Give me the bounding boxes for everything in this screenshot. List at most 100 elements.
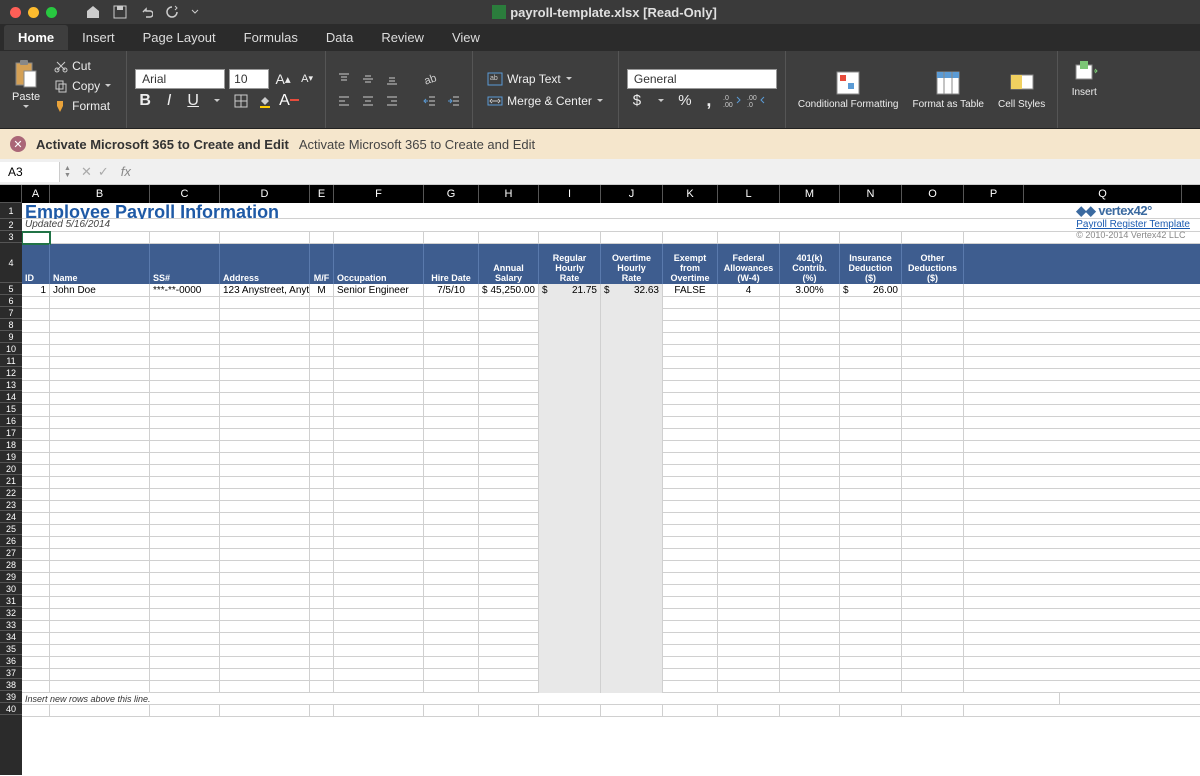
cell[interactable] [902,393,964,405]
cell[interactable] [718,477,780,489]
cell[interactable] [601,537,663,549]
cell[interactable] [150,441,220,453]
cell[interactable] [150,393,220,405]
cell[interactable] [718,297,780,309]
cell[interactable] [780,417,840,429]
table-header-cell[interactable]: Address [220,244,310,284]
column-header[interactable]: E [310,185,334,203]
cell[interactable] [718,537,780,549]
cell[interactable] [718,381,780,393]
cell[interactable] [539,381,601,393]
cell[interactable] [150,669,220,681]
underline-dropdown-icon[interactable] [207,91,227,111]
cell[interactable] [840,393,902,405]
cell[interactable] [334,321,424,333]
cell[interactable] [479,669,539,681]
cell[interactable] [840,633,902,645]
formula-input[interactable] [137,169,1200,175]
row-header[interactable]: 40 [0,703,22,715]
cell[interactable] [220,633,310,645]
name-box[interactable]: A3 [0,162,60,182]
column-header[interactable]: L [718,185,780,203]
wrap-text-button[interactable]: abWrap Text [481,69,610,89]
cell[interactable] [22,597,50,609]
cell[interactable] [601,465,663,477]
cell[interactable] [663,309,718,321]
cell[interactable] [539,621,601,633]
cell-area[interactable]: ◆◆ vertex42° Payroll Register Template ©… [22,203,1200,717]
cell[interactable] [902,585,964,597]
cell[interactable] [334,645,424,657]
cell[interactable] [220,681,310,693]
cell[interactable] [220,297,310,309]
table-header-cell[interactable]: OtherDeductions($) [902,244,964,284]
cell[interactable] [50,549,150,561]
cell[interactable] [601,232,663,244]
cell[interactable] [539,309,601,321]
cell[interactable] [424,453,479,465]
column-header[interactable]: N [840,185,902,203]
cell[interactable] [424,441,479,453]
cell[interactable] [663,585,718,597]
cell[interactable] [424,525,479,537]
cell[interactable] [424,345,479,357]
row-header[interactable]: 38 [0,679,22,691]
cell[interactable] [310,489,334,501]
cell[interactable] [50,669,150,681]
cell[interactable] [902,489,964,501]
cell[interactable] [780,669,840,681]
column-header[interactable]: I [539,185,601,203]
cell[interactable] [310,381,334,393]
cell[interactable] [601,333,663,345]
cell[interactable] [220,669,310,681]
cell[interactable] [663,669,718,681]
decrease-decimal-icon[interactable]: .00.0 [747,91,767,111]
cell[interactable] [479,297,539,309]
cell[interactable]: M [310,284,334,297]
cell[interactable] [334,705,424,717]
cell[interactable] [310,393,334,405]
column-header[interactable]: F [334,185,424,203]
column-header[interactable]: J [601,185,663,203]
cell[interactable] [780,453,840,465]
cell[interactable] [220,345,310,357]
cell[interactable] [150,309,220,321]
cell[interactable] [424,357,479,369]
cell[interactable] [150,297,220,309]
tab-home[interactable]: Home [4,25,68,50]
cell[interactable] [334,573,424,585]
cell[interactable] [780,681,840,693]
cell[interactable] [601,645,663,657]
cell[interactable] [601,417,663,429]
redo-icon[interactable] [165,5,179,19]
row-header[interactable]: 5 [0,283,22,295]
cell[interactable] [601,345,663,357]
cell[interactable] [150,537,220,549]
cell[interactable] [718,585,780,597]
cell[interactable] [22,465,50,477]
cell[interactable] [780,585,840,597]
cell[interactable]: Insert new rows above this line. [22,693,1060,705]
cell[interactable] [902,333,964,345]
cell[interactable] [840,561,902,573]
cell[interactable] [50,633,150,645]
cell[interactable] [22,441,50,453]
cell[interactable] [334,669,424,681]
cell[interactable] [840,657,902,669]
column-header[interactable]: A [22,185,50,203]
cell[interactable]: FALSE [663,284,718,297]
cell[interactable] [310,621,334,633]
close-window[interactable] [10,7,21,18]
row-header[interactable]: 26 [0,535,22,547]
cell[interactable] [334,561,424,573]
cell[interactable] [220,309,310,321]
cell[interactable] [539,345,601,357]
template-link[interactable]: Payroll Register Template [1076,219,1190,230]
cell[interactable] [220,657,310,669]
cell[interactable] [220,429,310,441]
cell[interactable] [424,633,479,645]
cell[interactable] [902,417,964,429]
cell[interactable] [539,393,601,405]
cell[interactable] [50,609,150,621]
cell[interactable] [780,705,840,717]
